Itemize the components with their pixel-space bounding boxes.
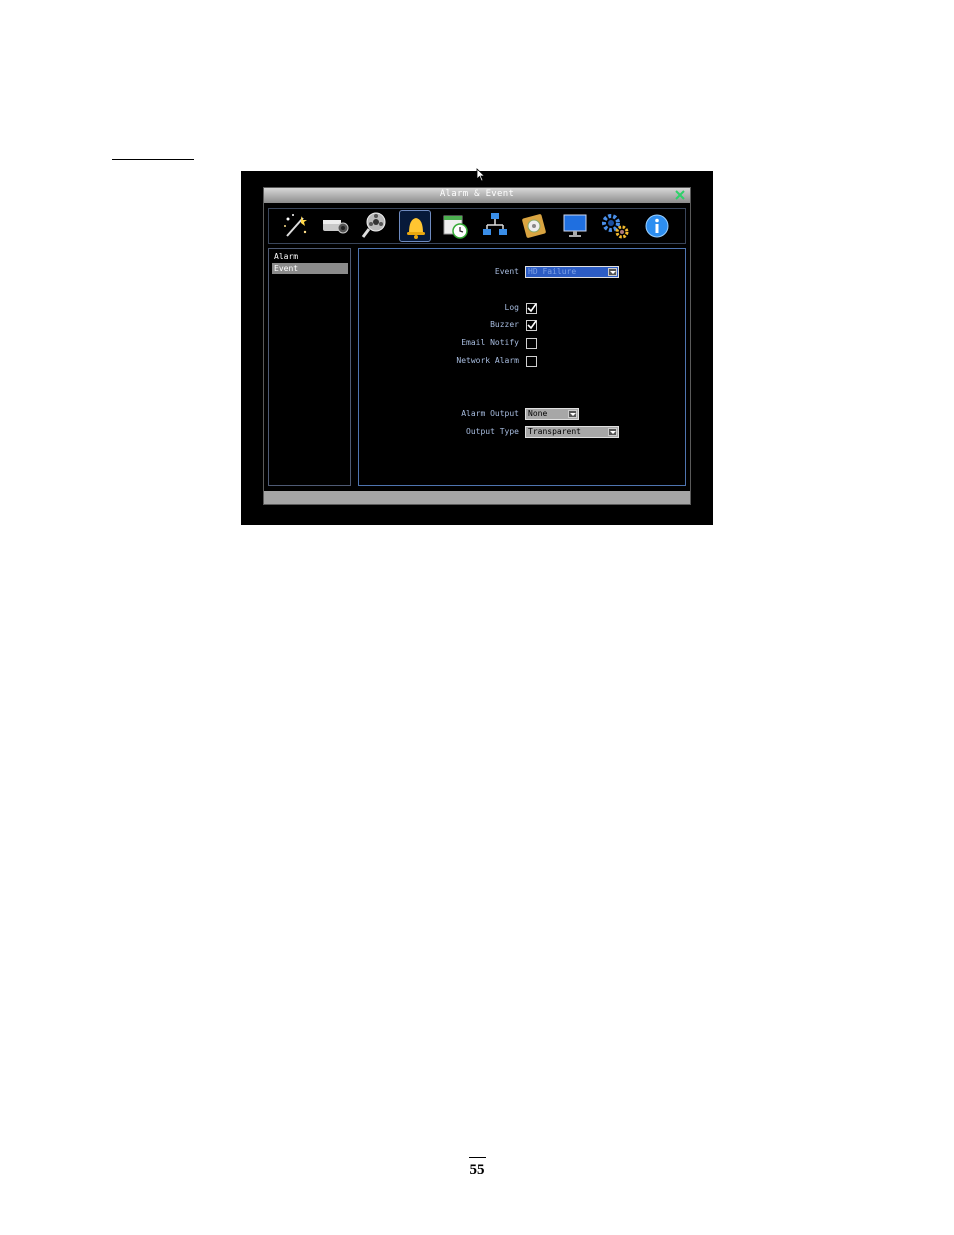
checkmark-icon: [527, 303, 537, 313]
menu-toolbar: [268, 208, 686, 244]
buzzer-checkbox[interactable]: [526, 320, 537, 331]
title-bar: Alarm & Event: [264, 188, 690, 203]
network-alarm-checkbox[interactable]: [526, 356, 537, 367]
alarm-output-value: None: [528, 409, 548, 418]
log-label: Log: [504, 303, 519, 312]
window-title: Alarm & Event: [439, 189, 515, 199]
record-icon[interactable]: [359, 210, 391, 242]
checkmark-icon: [527, 320, 537, 330]
chevron-down-icon[interactable]: [568, 410, 577, 418]
page-number: 55: [469, 1162, 485, 1178]
camera-icon[interactable]: [319, 210, 351, 242]
top-rule: [112, 159, 194, 160]
output-type-label: Output Type: [466, 427, 519, 436]
chevron-down-icon[interactable]: [608, 268, 617, 276]
log-checkbox[interactable]: [526, 303, 537, 314]
display-icon[interactable]: [559, 210, 591, 242]
sidebar: Alarm Event: [268, 248, 351, 486]
buzzer-label: Buzzer: [490, 320, 519, 329]
alarm-output-label: Alarm Output: [461, 409, 519, 418]
info-icon[interactable]: [641, 210, 673, 242]
event-select[interactable]: HD Failure: [525, 266, 619, 278]
page-number-rule: [469, 1157, 486, 1158]
email-notify-checkbox[interactable]: [526, 338, 537, 349]
output-type-value: Transparent: [528, 427, 581, 436]
network-alarm-label: Network Alarm: [456, 356, 519, 365]
output-type-select[interactable]: Transparent: [525, 426, 619, 438]
status-bar: [264, 491, 690, 504]
sidebar-item-alarm[interactable]: Alarm: [272, 251, 348, 262]
alarm-event-window: Alarm & Event Alarm Event Event HD Failu…: [263, 187, 691, 505]
system-gear-icon[interactable]: [599, 210, 631, 242]
chevron-down-icon[interactable]: [608, 428, 617, 436]
disk-icon[interactable]: [519, 210, 551, 242]
event-select-value: HD Failure: [528, 267, 577, 276]
bell-icon[interactable]: [399, 210, 431, 242]
email-notify-label: Email Notify: [461, 338, 519, 347]
schedule-icon[interactable]: [439, 210, 471, 242]
network-icon[interactable]: [479, 210, 511, 242]
alarm-output-select[interactable]: None: [525, 408, 579, 420]
wizard-icon[interactable]: [279, 210, 311, 242]
event-settings-panel: Event HD Failure Log Buzzer Email Notify…: [358, 248, 686, 486]
close-icon[interactable]: [673, 188, 687, 202]
mouse-cursor-icon: [476, 168, 486, 182]
event-label: Event: [494, 267, 519, 276]
dvr-screenshot: Alarm & Event Alarm Event Event HD Failu…: [241, 168, 713, 525]
sidebar-item-event[interactable]: Event: [272, 263, 348, 274]
